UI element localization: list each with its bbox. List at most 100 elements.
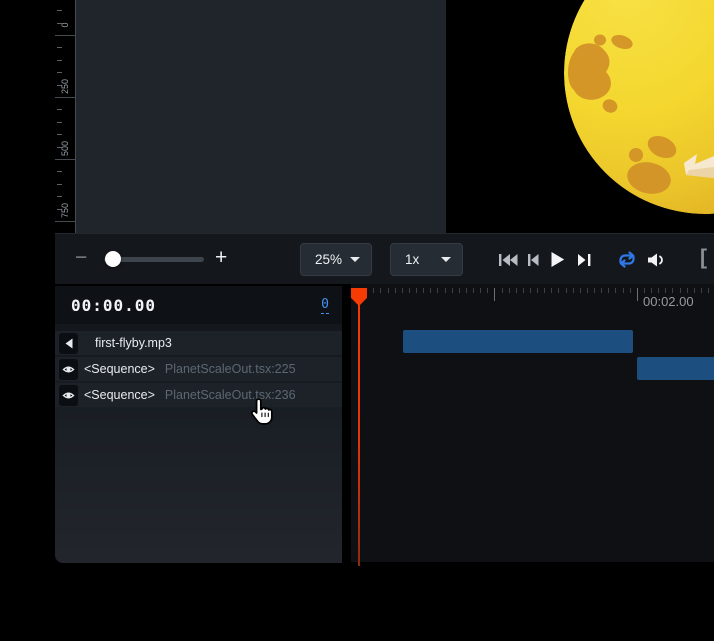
time-ruler-tick: [388, 288, 389, 293]
ruler-tick: [57, 171, 62, 172]
time-ruler-tick: [416, 288, 417, 293]
time-ruler-tick: [672, 288, 673, 293]
time-ruler-tick: [694, 288, 695, 293]
timeline-tracks-area[interactable]: 00:02.00: [351, 284, 714, 562]
loop-icon: [615, 251, 639, 268]
time-ruler-tick: [509, 288, 510, 293]
sequence-bar[interactable]: [403, 330, 633, 353]
time-ruler-tick: [608, 288, 609, 293]
time-ruler-tick: [630, 288, 631, 293]
timeline-track-panel: 00:00.00 0 first-flyby.mp3 <Sequence> Plan…: [55, 286, 342, 563]
time-ruler-tick: [473, 288, 474, 293]
time-ruler-tick: [452, 288, 453, 293]
ruler-label: 750: [60, 204, 70, 218]
track-source-ref: PlanetScaleOut.tsx:236: [165, 388, 296, 402]
zoom-out-button[interactable]: −: [75, 247, 87, 268]
ruler-tick: [57, 10, 62, 11]
time-ruler-tick: [544, 288, 545, 293]
track-name: first-flyby.mp3: [95, 336, 172, 350]
track-name: <Sequence>: [84, 362, 155, 376]
time-ruler-tick: [537, 288, 538, 293]
time-ruler-tick: [409, 288, 410, 293]
track-source-ref: PlanetScaleOut.tsx:225: [165, 362, 296, 376]
time-ruler-tick: [466, 288, 467, 293]
track-row[interactable]: <Sequence> PlanetScaleOut.tsx:236: [55, 383, 342, 407]
in-marker-bracket[interactable]: [: [700, 246, 707, 270]
time-ruler-tick: [580, 288, 581, 293]
sequence-bar[interactable]: [637, 357, 714, 380]
playback-rate-value: 1x: [405, 252, 419, 267]
vertical-ruler[interactable]: 0 250 500 750: [55, 0, 76, 233]
play-button[interactable]: [550, 251, 565, 268]
next-frame-icon: [577, 253, 592, 267]
ruler-tick: [57, 47, 62, 48]
time-ruler-tick: [665, 288, 666, 293]
previous-frame-icon: [527, 253, 539, 267]
time-ruler-tick: [423, 288, 424, 293]
next-frame-button[interactable]: [577, 253, 592, 267]
track-row[interactable]: first-flyby.mp3: [55, 331, 342, 355]
timeline-header: 00:00.00 0: [55, 286, 342, 324]
eye-icon[interactable]: [59, 359, 78, 380]
chevron-down-icon: [441, 257, 451, 262]
previous-frame-button[interactable]: [527, 253, 539, 267]
timecode-display: 00:00.00: [71, 296, 156, 315]
time-ruler-tick: [380, 288, 381, 293]
preview-area: 0 250 500 750: [55, 0, 714, 233]
playback-toolbar: − + 25% 1x: [55, 233, 714, 284]
eye-icon[interactable]: [59, 385, 78, 406]
ruler-tick: [57, 60, 62, 61]
ruler-major-tick: [55, 159, 75, 160]
canvas-background: [76, 0, 446, 233]
ruler-major-tick: [55, 35, 75, 36]
time-ruler-label: 00:02.00: [643, 294, 694, 309]
time-ruler-tick: [587, 288, 588, 293]
time-ruler-tick: [395, 288, 396, 293]
time-ruler-tick: [502, 288, 503, 293]
ruler-label: 0: [60, 18, 70, 32]
time-ruler-tick: [530, 288, 531, 293]
ruler-major-tick: [55, 97, 75, 98]
time-ruler-tick: [523, 288, 524, 293]
playback-rate-dropdown[interactable]: 1x: [390, 243, 463, 276]
ruler-tick: [57, 72, 62, 73]
ruler-label: 250: [60, 80, 70, 94]
track-row[interactable]: <Sequence> PlanetScaleOut.tsx:225: [55, 357, 342, 381]
time-ruler-tick: [430, 288, 431, 293]
zoom-in-button[interactable]: +: [215, 247, 227, 268]
time-ruler-tick: [558, 288, 559, 293]
volume-button[interactable]: [647, 252, 666, 268]
ruler-tick: [57, 134, 62, 135]
track-name: <Sequence>: [84, 388, 155, 402]
time-ruler-major-tick: [637, 288, 638, 301]
chevron-down-icon: [350, 257, 360, 262]
time-ruler-tick: [623, 288, 624, 293]
skip-to-start-icon: [498, 253, 518, 267]
time-ruler-tick: [445, 288, 446, 293]
speaker-icon[interactable]: [59, 333, 78, 354]
time-ruler-tick: [594, 288, 595, 293]
time-ruler-tick: [487, 288, 488, 293]
time-ruler-major-tick: [494, 288, 495, 301]
loop-toggle[interactable]: [615, 251, 639, 268]
remotion-studio-window: 0 250 500 750: [0, 0, 714, 641]
time-ruler-tick: [437, 288, 438, 293]
ruler-tick: [57, 184, 62, 185]
time-ruler-tick: [573, 288, 574, 293]
time-ruler-tick: [687, 288, 688, 293]
time-ruler-tick: [566, 288, 567, 293]
ruler-tick: [57, 122, 62, 123]
play-icon: [550, 251, 565, 268]
time-ruler-tick: [551, 288, 552, 293]
zoom-level-dropdown[interactable]: 25%: [300, 243, 372, 276]
frame-number-link[interactable]: 0: [321, 297, 329, 314]
time-ruler-tick: [480, 288, 481, 293]
zoom-slider-thumb[interactable]: [105, 251, 121, 267]
time-ruler-tick: [708, 288, 709, 293]
time-ruler-tick: [459, 288, 460, 293]
ruler-label: 500: [60, 142, 70, 156]
skip-to-start-button[interactable]: [498, 253, 518, 267]
volume-icon: [647, 252, 666, 268]
ruler-major-tick: [55, 221, 75, 222]
ruler-tick: [57, 109, 62, 110]
